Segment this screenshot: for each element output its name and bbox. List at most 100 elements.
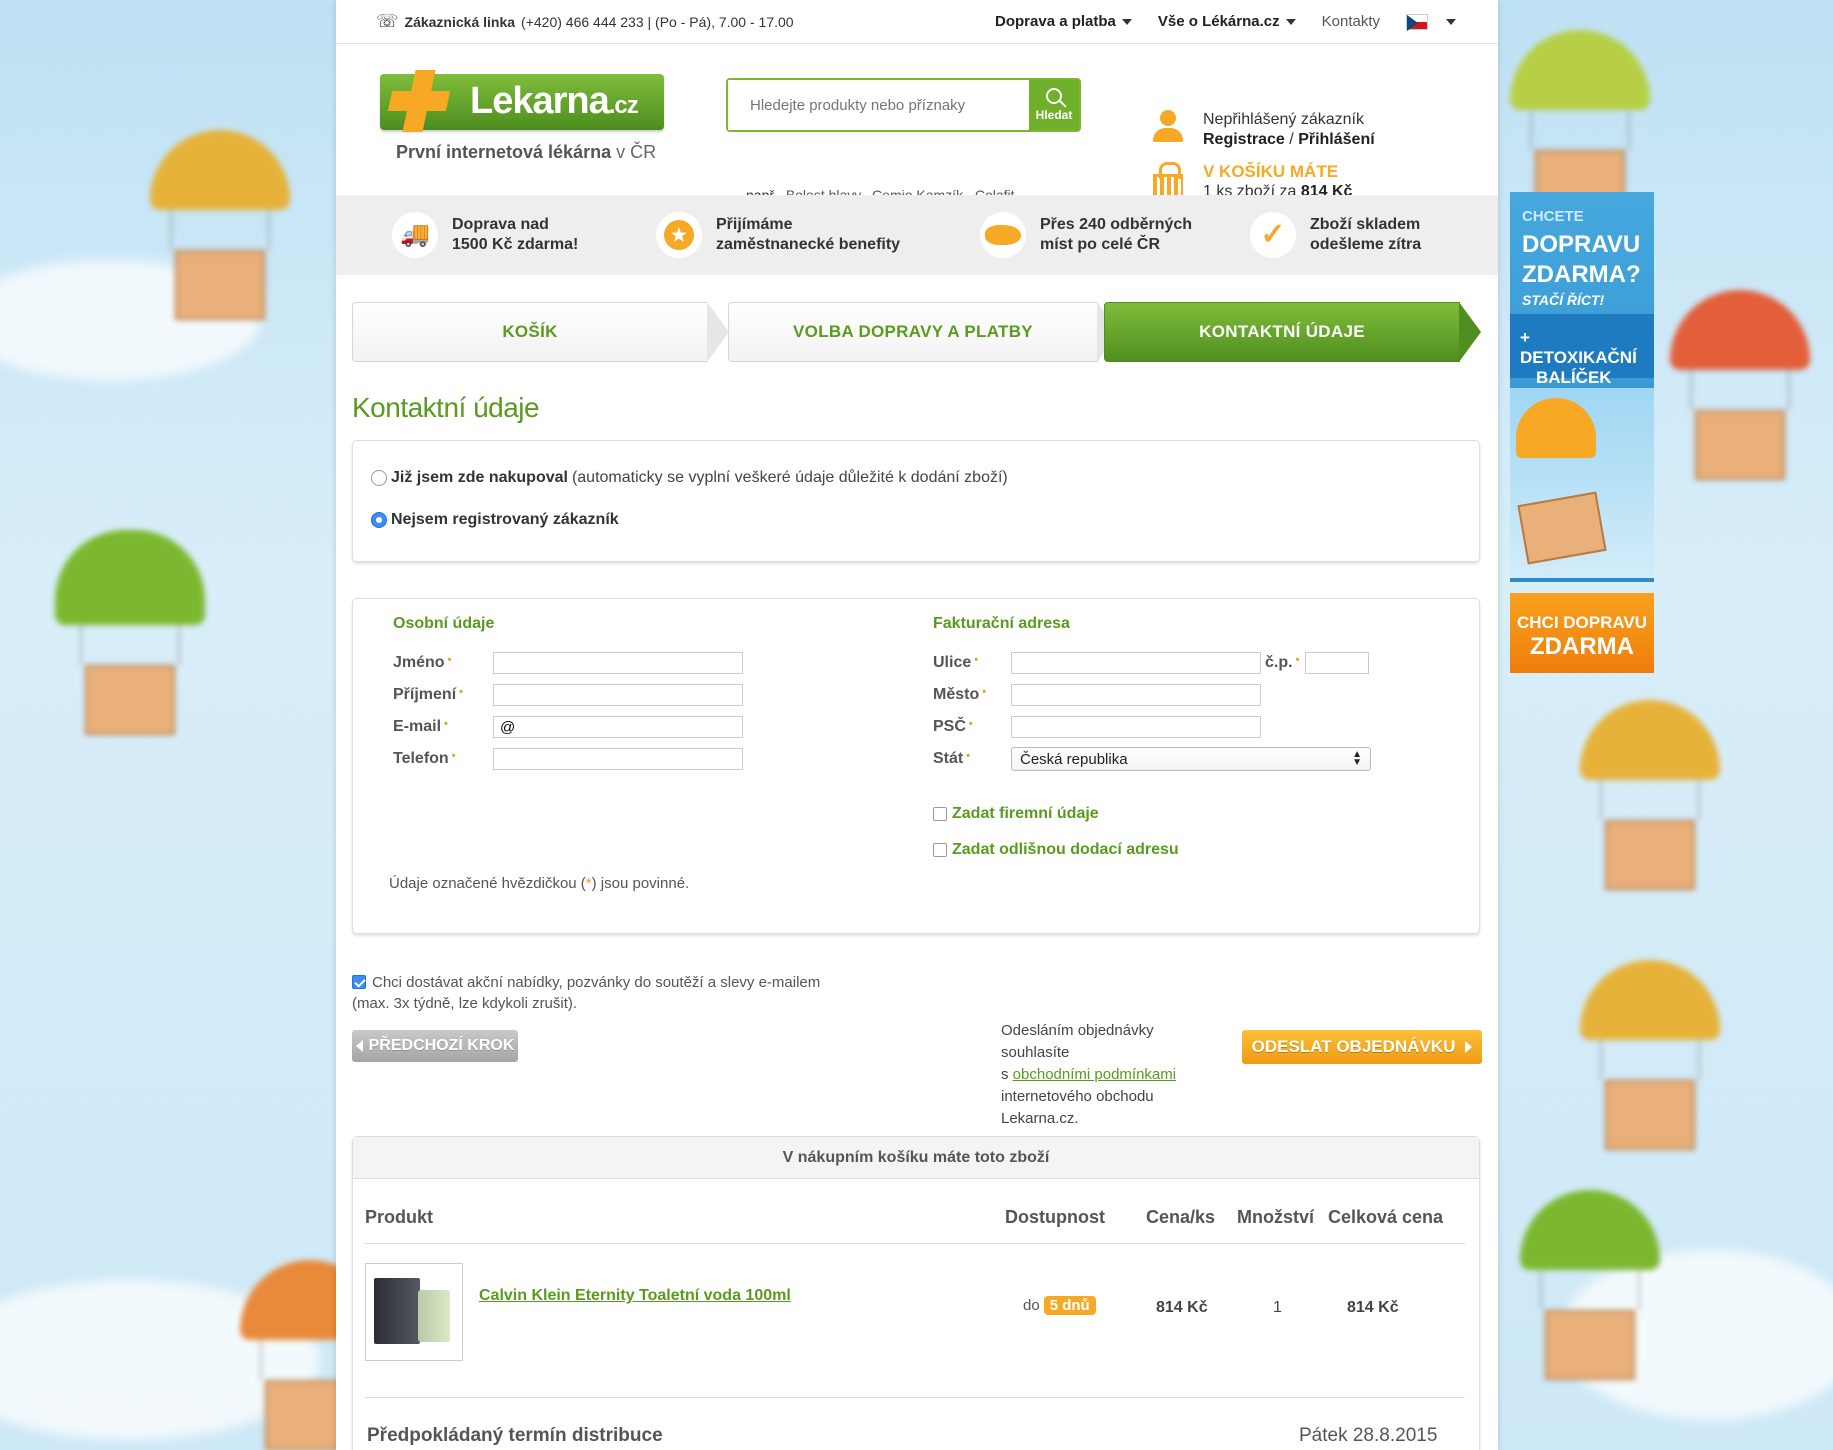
phone-row: Telefon • bbox=[393, 743, 743, 775]
divider bbox=[365, 1243, 1465, 1244]
radio-returning[interactable] bbox=[371, 470, 387, 486]
chevron-down-icon bbox=[1285, 19, 1296, 26]
banner-band: + DETOXIKAČNÍ BALÍČEK bbox=[1510, 314, 1654, 387]
company-checkbox-row[interactable]: Zadat firemní údaje bbox=[933, 805, 1099, 823]
free-shipping-banner[interactable]: CHCETE DOPRAVU ZDARMA? STAČÍ ŘÍCT! + DETO… bbox=[1510, 192, 1654, 582]
radio-new[interactable] bbox=[371, 512, 387, 528]
option-returning[interactable]: Již jsem zde nakupoval (automaticky se v… bbox=[371, 469, 1008, 487]
required-star: • bbox=[451, 750, 456, 762]
zip-row: PSČ • bbox=[933, 711, 1371, 743]
delivery-checkbox-row[interactable]: Zadat odlišnou dodací adresu bbox=[933, 841, 1179, 859]
zip-input[interactable] bbox=[1011, 716, 1261, 738]
option-returning-desc: (automaticky se vyplní veškeré údaje důl… bbox=[571, 469, 1008, 486]
account-separator: / bbox=[1289, 131, 1294, 148]
house-number-input[interactable] bbox=[1305, 652, 1369, 674]
banner-band1: + DETOXIKAČNÍ bbox=[1520, 328, 1637, 367]
parachute-decoration bbox=[1670, 290, 1810, 480]
previous-step-label: PŘEDCHOZÍ KROK bbox=[368, 1037, 515, 1054]
account-panel: Nepřihlášený zákazník Registrace / Přihl… bbox=[1151, 110, 1411, 202]
benefit-line2: odešleme zítra bbox=[1310, 236, 1422, 253]
chevron-down-icon bbox=[1446, 19, 1456, 26]
city-input[interactable] bbox=[1011, 684, 1261, 706]
required-note: Údaje označené hvězdičkou (*) jsou povin… bbox=[389, 875, 689, 892]
arrow-left-icon bbox=[355, 1040, 363, 1052]
email-row: E-mail • bbox=[393, 711, 743, 743]
country-select[interactable]: Česká republika ▲ ▼ bbox=[1011, 747, 1371, 771]
submit-order-button[interactable]: ODESLAT OBJEDNÁVKU bbox=[1242, 1030, 1482, 1064]
logo[interactable]: Lekarna.cz bbox=[380, 74, 664, 130]
product-box-shape bbox=[374, 1278, 420, 1344]
billing-section: Fakturační adresa Ulice • č.p. • Město • PSČ… bbox=[933, 615, 1371, 775]
agree-s: s bbox=[1001, 1066, 1009, 1083]
tagline: První internetová lékárna v ČR bbox=[396, 142, 656, 163]
menu-shipping[interactable]: Doprava a platba bbox=[995, 13, 1132, 30]
cta-line2: ZDARMA bbox=[1530, 633, 1634, 660]
menu-contacts[interactable]: Kontakty bbox=[1322, 13, 1380, 30]
firstname-input[interactable] bbox=[493, 652, 743, 674]
benefit-line2: 1500 Kč zdarma! bbox=[452, 236, 579, 253]
star-icon: ★ bbox=[656, 212, 702, 258]
step-shipping[interactable]: VOLBA DOPRAVY A PLATBY bbox=[728, 302, 1119, 362]
required-star: • bbox=[974, 654, 979, 666]
option-new[interactable]: Nejsem registrovaný zákazník bbox=[371, 511, 619, 529]
country-value: Česká republika bbox=[1020, 750, 1128, 768]
company-checkbox[interactable] bbox=[933, 807, 947, 821]
country-label-text: Stát bbox=[933, 750, 964, 767]
search-button-label: Hledat bbox=[1035, 108, 1073, 122]
banner-line2b: ZDARMA? bbox=[1522, 261, 1641, 288]
lastname-label-text: Příjmení bbox=[393, 686, 457, 703]
lastname-label: Příjmení • bbox=[393, 686, 493, 704]
search-input[interactable] bbox=[728, 80, 1029, 130]
city-row: Město • bbox=[933, 679, 1371, 711]
benefit-line2: míst po celé ČR bbox=[1040, 236, 1161, 253]
personal-section: Osobní údaje Jméno• Příjmení• E-mail• Te… bbox=[393, 615, 743, 775]
register-link[interactable]: Registrace bbox=[1203, 131, 1285, 148]
menu-about[interactable]: Vše o Lékárna.cz bbox=[1158, 13, 1296, 30]
account-status: Nepřihlášený zákazník bbox=[1203, 111, 1364, 128]
parachute-decoration bbox=[55, 530, 205, 735]
parachute-decoration bbox=[1580, 700, 1720, 890]
banner-line1: CHCETE bbox=[1522, 208, 1584, 225]
availability-badge: 5 dnů bbox=[1043, 1296, 1096, 1315]
parachute-decoration bbox=[1580, 960, 1720, 1150]
page-title: Kontaktní údaje bbox=[352, 392, 540, 423]
account-text: Nepřihlášený zákazník Registrace / Přihl… bbox=[1203, 110, 1375, 150]
phone-input[interactable] bbox=[493, 748, 743, 770]
newsletter-optin[interactable]: Chci dostávat akční nabídky, pozvánky do… bbox=[352, 972, 820, 1014]
street-row: Ulice • č.p. • bbox=[933, 647, 1371, 679]
billing-title: Fakturační adresa bbox=[933, 615, 1070, 632]
banner-parachute-shape bbox=[1516, 398, 1596, 458]
product-image[interactable] bbox=[365, 1263, 463, 1361]
benefit-line2: zaměstnanecké benefity bbox=[716, 236, 901, 253]
hotline: ☏ Zákaznická linka (+420) 466 444 233 | … bbox=[376, 11, 794, 32]
benefits-bar: 🚚 Doprava nad 1500 Kč zdarma! ★ Přijímáme… bbox=[336, 195, 1498, 275]
tagline-suffix: v ČR bbox=[616, 142, 657, 162]
free-shipping-cta-button[interactable]: CHCI DOPRAVU ZDARMA bbox=[1510, 593, 1654, 673]
newsletter-checkbox[interactable] bbox=[352, 975, 366, 989]
lastname-input[interactable] bbox=[493, 684, 743, 706]
tagline-main: První internetová lékárna bbox=[396, 142, 612, 162]
cta-line1: CHCI DOPRAVU bbox=[1516, 613, 1648, 632]
language-selector[interactable] bbox=[1406, 13, 1456, 32]
previous-step-button[interactable]: PŘEDCHOZÍ KROK bbox=[352, 1030, 518, 1062]
product-link[interactable]: Calvin Klein Eternity Toaletní voda 100m… bbox=[479, 1287, 791, 1305]
terms-agreement: Odesláním objednávky souhlasíte s obchod… bbox=[1001, 1020, 1226, 1130]
basket-icon bbox=[1151, 162, 1185, 198]
country-label: Stát • bbox=[933, 750, 1011, 768]
email-input[interactable] bbox=[493, 716, 743, 738]
banner-package-shape bbox=[1517, 491, 1607, 565]
street-input[interactable] bbox=[1011, 652, 1261, 674]
login-link[interactable]: Přihlášení bbox=[1298, 131, 1374, 148]
phone-icon: ☏ bbox=[376, 11, 399, 31]
terms-link[interactable]: obchodními podmínkami bbox=[1013, 1066, 1176, 1083]
step-cart[interactable]: KOŠÍK bbox=[352, 302, 729, 362]
banner-line3: STAČÍ ŘÍCT! bbox=[1522, 292, 1605, 308]
delivery-checkbox[interactable] bbox=[933, 843, 947, 857]
required-star: • bbox=[444, 718, 448, 730]
page-container: ☏ Zákaznická linka (+420) 466 444 233 | … bbox=[336, 0, 1498, 1450]
cross-icon bbox=[390, 70, 448, 132]
search-button[interactable]: Hledat bbox=[1029, 80, 1079, 130]
city-label-text: Město bbox=[933, 686, 980, 703]
benefit-line1: Zboží skladem bbox=[1310, 216, 1421, 233]
logo-name: Lekarna bbox=[470, 80, 610, 122]
